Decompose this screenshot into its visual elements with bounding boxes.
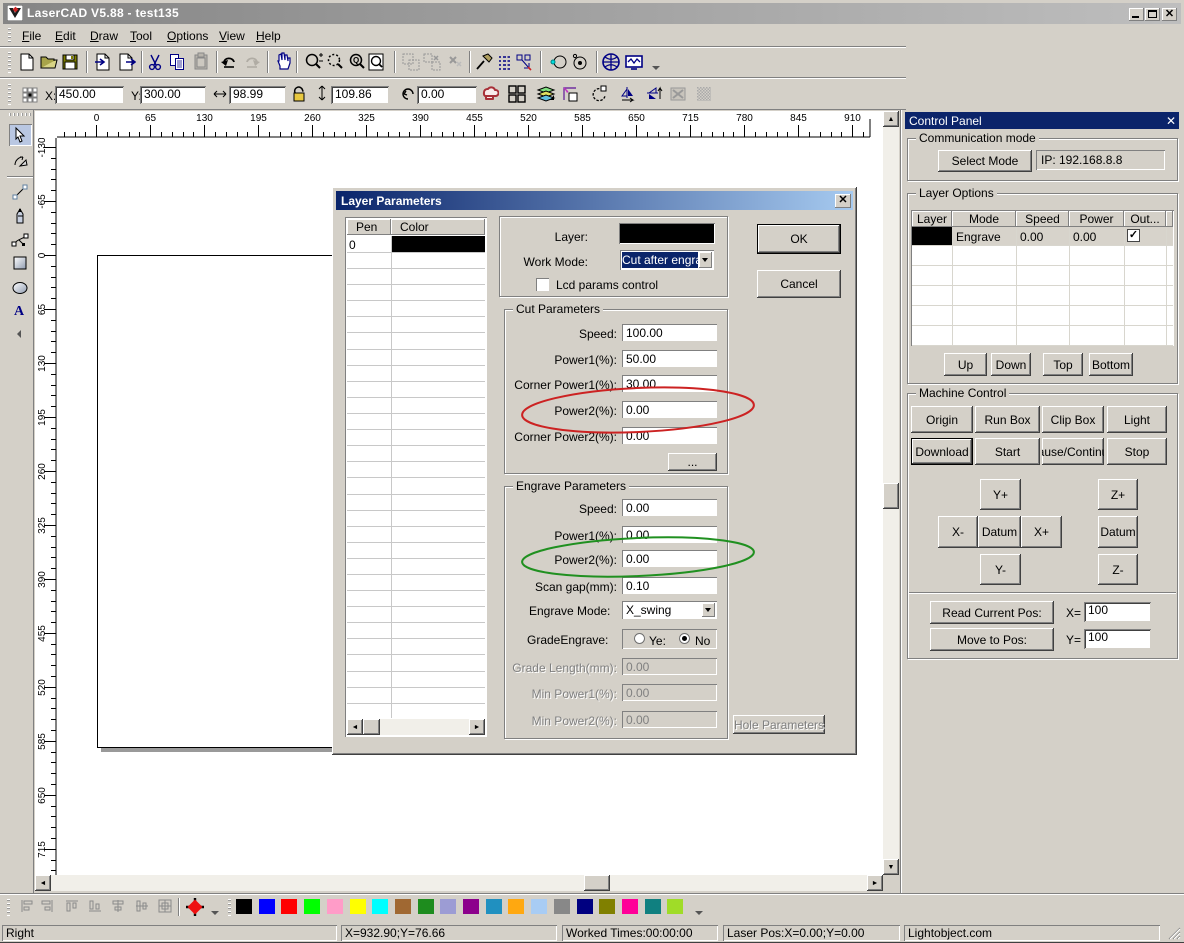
svg-text:65: 65: [37, 304, 48, 316]
svg-text:390: 390: [37, 571, 48, 588]
svg-text:325: 325: [358, 113, 375, 124]
svg-text:715: 715: [37, 841, 48, 858]
svg-text:130: 130: [37, 355, 48, 372]
svg-text:260: 260: [37, 463, 48, 480]
svg-text:260: 260: [304, 113, 321, 124]
svg-text:910: 910: [844, 113, 861, 124]
svg-text:65: 65: [145, 113, 157, 124]
svg-text:650: 650: [628, 113, 645, 124]
svg-text:780: 780: [736, 113, 753, 124]
svg-text:A: A: [14, 304, 25, 319]
svg-text:585: 585: [37, 733, 48, 750]
svg-text:0: 0: [37, 252, 48, 258]
svg-text:845: 845: [790, 113, 807, 124]
svg-text:130: 130: [196, 113, 213, 124]
svg-text:-65: -65: [37, 194, 48, 209]
svg-text:715: 715: [682, 113, 699, 124]
svg-text:325: 325: [37, 517, 48, 534]
svg-text:520: 520: [520, 113, 537, 124]
svg-text:520: 520: [37, 679, 48, 696]
svg-text:0: 0: [94, 113, 100, 124]
svg-text:455: 455: [466, 113, 483, 124]
svg-text:585: 585: [574, 113, 591, 124]
svg-text:650: 650: [37, 787, 48, 804]
svg-text:Q: Q: [353, 56, 359, 65]
svg-text:195: 195: [250, 113, 267, 124]
svg-text:455: 455: [37, 625, 48, 642]
svg-text:-130: -130: [37, 138, 48, 158]
svg-text:195: 195: [37, 409, 48, 426]
svg-text:390: 390: [412, 113, 429, 124]
